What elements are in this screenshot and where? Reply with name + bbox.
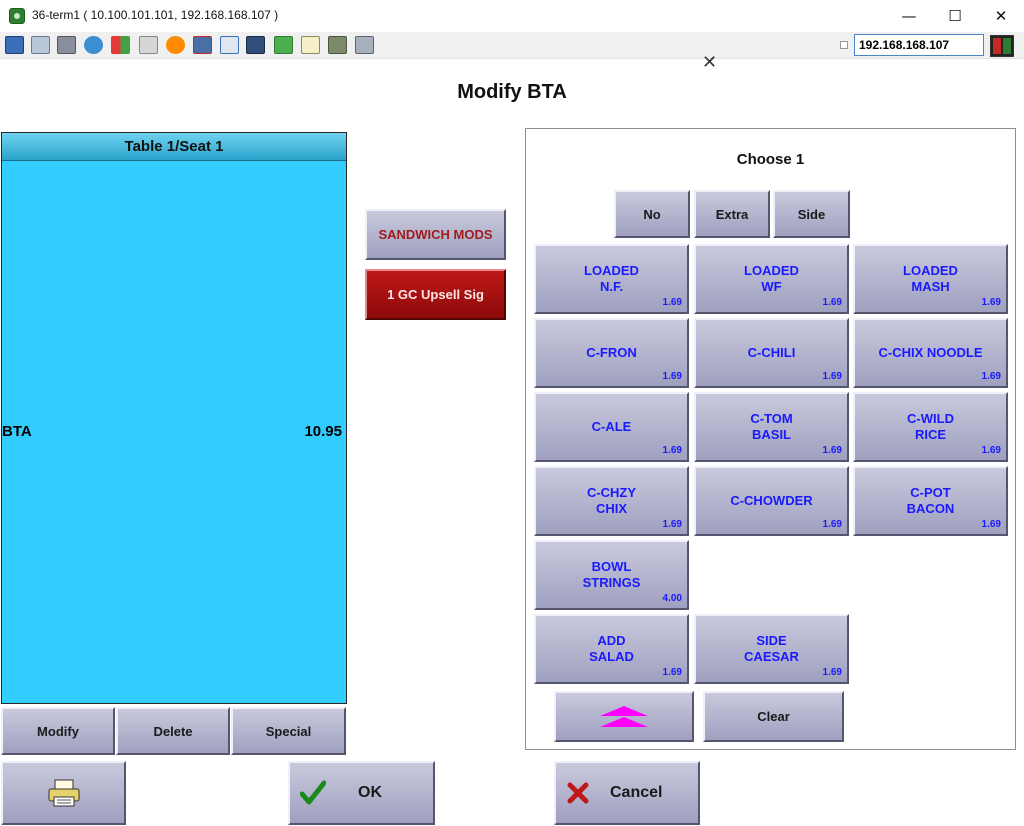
scroll-up-button[interactable] — [554, 691, 694, 742]
modify-button[interactable]: Modify — [1, 707, 115, 755]
checkmark-icon — [300, 780, 326, 805]
modifier-add-salad-button[interactable]: ADD SALAD 1.69 — [534, 614, 689, 684]
double-chevron-up-icon — [600, 706, 648, 727]
modifier-loaded-nf-button[interactable]: LOADED N.F. 1.69 — [534, 244, 689, 314]
refresh-icon[interactable] — [84, 36, 103, 54]
modifier-c-wild-rice-button[interactable]: C-WILD RICE 1.69 — [853, 392, 1008, 462]
cancel-button[interactable]: Cancel — [554, 761, 700, 825]
dialog-title: Modify BTA — [457, 81, 567, 103]
windows-icon[interactable] — [31, 36, 50, 54]
fullscreen-icon[interactable] — [220, 36, 239, 54]
modifier-bowl-strings-button[interactable]: BOWL STRINGS 4.00 — [534, 540, 689, 610]
modifier-loaded-mash-button[interactable]: LOADED MASH 1.69 — [853, 244, 1008, 314]
ip-toggle-icon[interactable] — [840, 41, 848, 49]
modifier-side-caesar-button[interactable]: SIDE CAESAR 1.69 — [694, 614, 849, 684]
print-button[interactable] — [1, 761, 126, 825]
ok-label: OK — [358, 784, 382, 801]
modifier-c-tom-basil-button[interactable]: C-TOM BASIL 1.69 — [694, 392, 849, 462]
keyboard-icon[interactable] — [139, 36, 158, 54]
printer-icon — [48, 779, 79, 807]
chat-icon[interactable] — [355, 36, 374, 54]
check-item-price: 10.95 — [304, 423, 342, 440]
ok-button[interactable]: OK — [288, 761, 435, 825]
modifier-c-fron-button[interactable]: C-FRON 1.69 — [534, 318, 689, 388]
tools-icon[interactable] — [57, 36, 76, 54]
file-icon[interactable] — [301, 36, 320, 54]
choose-label: Choose 1 — [736, 151, 805, 168]
display-icon[interactable] — [246, 36, 265, 54]
x-mark-icon — [567, 782, 589, 804]
modifier-c-chili-button[interactable]: C-CHILI 1.69 — [694, 318, 849, 388]
check-header: Table 1/Seat 1 — [2, 133, 346, 161]
app-eye-icon — [9, 8, 25, 24]
cancel-label: Cancel — [610, 784, 663, 801]
side-button[interactable]: Side — [773, 190, 850, 238]
window-titlebar: 36-term1 ( 10.100.101.101, 192.168.168.1… — [0, 0, 1024, 32]
alert-icon[interactable] — [166, 36, 185, 54]
window-title: 36-term1 ( 10.100.101.101, 192.168.168.1… — [32, 8, 279, 22]
special-button[interactable]: Special — [231, 707, 346, 755]
modifier-c-pot-bacon-button[interactable]: C-POT BACON 1.69 — [853, 466, 1008, 536]
check-item-name[interactable]: BTA — [2, 423, 32, 440]
modifier-c-chix-noodle-button[interactable]: C-CHIX NOODLE 1.69 — [853, 318, 1008, 388]
no-button[interactable]: No — [614, 190, 690, 238]
sandwich-mods-button[interactable]: SANDWICH MODS — [365, 209, 506, 260]
modifier-c-chowder-button[interactable]: C-CHOWDER 1.69 — [694, 466, 849, 536]
screenshot-icon[interactable] — [328, 36, 347, 54]
check-panel: Table 1/Seat 1 BTA 10.95 — [1, 132, 347, 704]
modifier-c-chzy-chix-button[interactable]: C-CHZY CHIX 1.69 — [534, 466, 689, 536]
minimize-button[interactable]: — — [886, 0, 932, 32]
dialog-close-icon[interactable]: ✕ — [702, 52, 717, 73]
ip-address-field[interactable]: 192.168.168.107 — [854, 34, 984, 56]
windows-logo-icon[interactable] — [111, 36, 130, 54]
extra-button[interactable]: Extra — [694, 190, 770, 238]
modifier-c-ale-button[interactable]: C-ALE 1.69 — [534, 392, 689, 462]
upsell-button[interactable]: 1 GC Upsell Sig — [365, 269, 506, 320]
delete-button[interactable]: Delete — [116, 707, 230, 755]
maximize-button[interactable]: ☐ — [932, 0, 978, 32]
connection-status-icon — [990, 35, 1014, 57]
monitor-icon[interactable] — [5, 36, 24, 54]
network-icon[interactable] — [193, 36, 212, 54]
clear-button[interactable]: Clear — [703, 691, 844, 742]
close-window-button[interactable]: ✕ — [978, 0, 1024, 32]
modifier-loaded-wf-button[interactable]: LOADED WF 1.69 — [694, 244, 849, 314]
transfer-icon[interactable] — [274, 36, 293, 54]
